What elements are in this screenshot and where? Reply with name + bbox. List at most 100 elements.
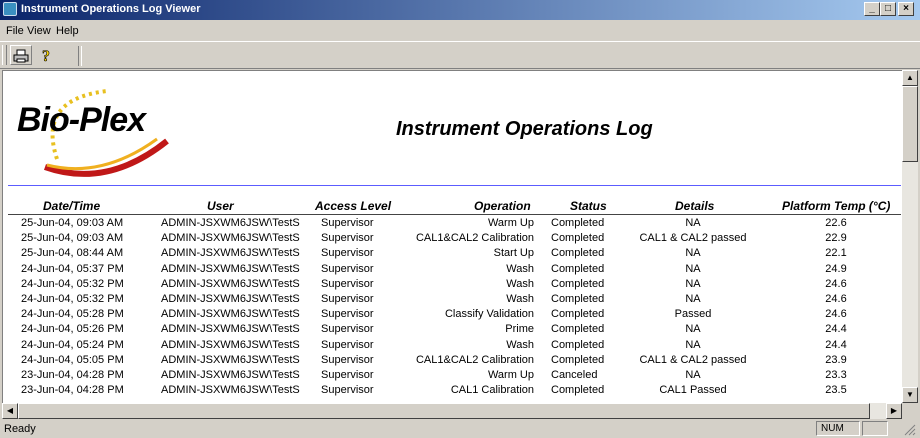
minimize-button[interactable]: _ — [864, 2, 880, 16]
cell-details: NA — [685, 293, 701, 305]
table-row[interactable]: 23-Jun-04, 04:28 PM ADMIN-JSXWM6JSW\TestS… — [3, 369, 903, 384]
printer-icon — [13, 49, 29, 63]
cell-datetime: 24-Jun-04, 05:26 PM — [21, 323, 124, 336]
cell-operation: Prime — [505, 323, 534, 336]
cell-details: NA — [685, 323, 701, 336]
table-row[interactable]: 24-Jun-04, 05:37 PM ADMIN-JSXWM6JSW\TestS… — [3, 263, 903, 278]
cell-user: ADMIN-JSXWM6JSW\TestS — [161, 353, 300, 366]
cell-datetime: 23-Jun-04, 04:28 PM — [21, 384, 124, 397]
table-row[interactable]: 23-Jun-04, 04:28 PM ADMIN-JSXWM6JSW\TestS… — [3, 384, 903, 399]
cell-access-level: Supervisor — [321, 262, 374, 275]
app-window: Instrument Operations Log Viewer _ □ × F… — [0, 0, 920, 438]
table-row[interactable]: 24-Jun-04, 05:26 PM ADMIN-JSXWM6JSW\TestS… — [3, 323, 903, 338]
print-button[interactable] — [10, 45, 32, 65]
cell-operation: CAL1 Calibration — [450, 384, 534, 397]
cell-operation: Wash — [506, 277, 534, 290]
cell-platform-temp: 24.4 — [825, 323, 847, 336]
cell-access-level: Supervisor — [321, 217, 374, 229]
col-header-operation: Operation — [474, 199, 531, 213]
scroll-down-button[interactable]: ▼ — [902, 387, 918, 403]
cell-user: ADMIN-JSXWM6JSW\TestS — [161, 323, 300, 336]
cell-user: ADMIN-JSXWM6JSW\TestS — [161, 247, 300, 260]
cell-status: Completed — [551, 323, 605, 336]
cell-platform-temp: 22.9 — [825, 232, 847, 245]
menu-file[interactable]: File — [6, 25, 24, 37]
cell-platform-temp: 24.4 — [825, 338, 847, 351]
cell-access-level: Supervisor — [321, 232, 374, 245]
status-text: Ready — [4, 423, 36, 435]
cell-platform-temp: 22.1 — [825, 247, 847, 260]
cell-details: CAL1 & CAL2 passed — [639, 232, 747, 245]
cell-user: ADMIN-JSXWM6JSW\TestS — [161, 308, 300, 321]
app-icon[interactable] — [3, 2, 17, 16]
vertical-scrollbar[interactable]: ▲ ▼ — [902, 70, 918, 403]
cell-details: CAL1 & CAL2 passed — [639, 353, 747, 366]
help-button[interactable]: ? — [36, 45, 58, 66]
menu-view[interactable]: View — [27, 25, 51, 37]
col-header-access-level: Access Level — [315, 199, 392, 213]
scroll-right-button[interactable]: ▶ — [886, 403, 902, 419]
cell-datetime: 24-Jun-04, 05:24 PM — [21, 338, 124, 351]
svg-text:?: ? — [42, 48, 50, 64]
cell-status: Completed — [551, 308, 605, 321]
cell-status: Completed — [551, 247, 605, 260]
cell-user: ADMIN-JSXWM6JSW\TestS — [161, 338, 300, 351]
cell-platform-temp: 23.3 — [825, 369, 847, 381]
col-header-status: Status — [570, 199, 607, 213]
resize-grip-icon[interactable] — [904, 424, 916, 436]
cell-platform-temp: 24.9 — [825, 262, 847, 275]
report-view[interactable]: Bio-Plex Instrument Operations Log Date/… — [2, 70, 903, 404]
cell-details: NA — [685, 262, 701, 275]
scroll-left-button[interactable]: ◀ — [2, 403, 18, 419]
vertical-scroll-thumb[interactable] — [902, 86, 918, 162]
cell-operation: CAL1&CAL2 Calibration — [415, 353, 534, 366]
cell-datetime: 25-Jun-04, 09:03 AM — [21, 232, 124, 245]
header-underline — [8, 214, 901, 215]
cell-platform-temp: 24.6 — [825, 293, 847, 305]
table-row[interactable]: 24-Jun-04, 05:28 PM ADMIN-JSXWM6JSW\TestS… — [3, 308, 903, 323]
cell-details: NA — [685, 369, 701, 381]
cell-user: ADMIN-JSXWM6JSW\TestS — [161, 293, 300, 305]
table-row[interactable]: 25-Jun-04, 09:03 AM ADMIN-JSXWM6JSW\TestS… — [3, 232, 903, 247]
status-num-indicator: NUM — [816, 421, 860, 436]
table-row[interactable]: 25-Jun-04, 08:44 AM ADMIN-JSXWM6JSW\TestS… — [3, 247, 903, 262]
cell-access-level: Supervisor — [321, 338, 374, 351]
table-row[interactable]: 25-Jun-04, 09:03 AM ADMIN-JSXWM6JSW\TestS… — [3, 217, 903, 232]
help-icon: ? — [42, 48, 51, 66]
cell-status: Completed — [551, 262, 605, 275]
cell-operation: CAL1&CAL2 Calibration — [415, 232, 534, 245]
cell-platform-temp: 23.9 — [825, 353, 847, 366]
cell-platform-temp: 22.6 — [825, 217, 847, 229]
close-button[interactable]: × — [898, 2, 914, 16]
col-header-platform-temp: Platform Temp (°C) — [782, 199, 891, 213]
cell-platform-temp: 23.5 — [825, 384, 847, 397]
cell-status: Completed — [551, 384, 605, 397]
cell-access-level: Supervisor — [321, 384, 374, 397]
cell-status: Completed — [551, 353, 605, 366]
cell-datetime: 24-Jun-04, 05:05 PM — [21, 353, 124, 366]
cell-user: ADMIN-JSXWM6JSW\TestS — [161, 217, 300, 229]
cell-access-level: Supervisor — [321, 369, 374, 381]
cell-datetime: 24-Jun-04, 05:32 PM — [21, 277, 124, 290]
cell-status: Completed — [551, 232, 605, 245]
table-row[interactable]: 24-Jun-04, 05:05 PM ADMIN-JSXWM6JSW\TestS… — [3, 354, 903, 369]
horizontal-scrollbar[interactable]: ◀ ▶ — [2, 403, 902, 419]
table-row[interactable]: 24-Jun-04, 05:24 PM ADMIN-JSXWM6JSW\TestS… — [3, 339, 903, 354]
status-bar: Ready NUM — [0, 420, 920, 438]
cell-access-level: Supervisor — [321, 247, 374, 260]
title-bar[interactable]: Instrument Operations Log Viewer _ □ × — [0, 0, 920, 20]
cell-datetime: 24-Jun-04, 05:28 PM — [21, 308, 124, 321]
cell-datetime: 23-Jun-04, 04:28 PM — [21, 369, 124, 381]
toolbar-grip[interactable] — [2, 45, 7, 65]
scroll-up-button[interactable]: ▲ — [902, 70, 918, 86]
cell-access-level: Supervisor — [321, 353, 374, 366]
cell-user: ADMIN-JSXWM6JSW\TestS — [161, 277, 300, 290]
report-title: Instrument Operations Log — [396, 118, 653, 140]
table-row[interactable]: 24-Jun-04, 05:32 PM ADMIN-JSXWM6JSW\TestS… — [3, 278, 903, 293]
menu-help[interactable]: Help — [56, 25, 79, 37]
cell-status: Completed — [551, 293, 605, 305]
cell-datetime: 24-Jun-04, 05:32 PM — [21, 293, 124, 305]
maximize-button[interactable]: □ — [880, 2, 896, 16]
horizontal-scroll-thumb[interactable] — [18, 403, 870, 419]
table-row[interactable]: 24-Jun-04, 05:32 PM ADMIN-JSXWM6JSW\TestS… — [3, 293, 903, 308]
